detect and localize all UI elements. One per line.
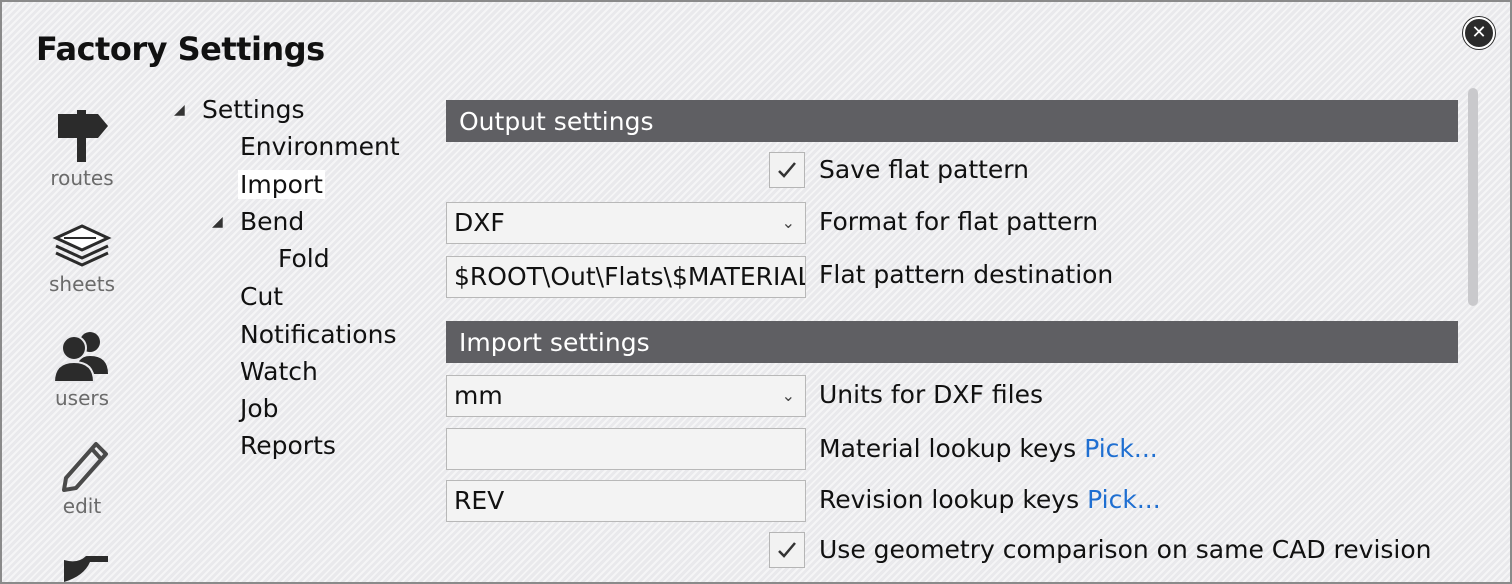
rail-item-users[interactable]: users [42,328,122,410]
flat-pattern-destination-label: Flat pattern destination [819,260,1114,289]
tree-item-reports[interactable]: Reports [240,431,336,460]
units-select[interactable]: mm ⌄ [446,375,806,417]
tree-item-environment[interactable]: Environment [240,132,400,161]
chevron-down-icon: ⌄ [781,386,795,405]
revision-lookup-keys-row: Revision lookup keys Pick... [819,485,1161,514]
signpost-icon [58,110,108,162]
chevron-down-icon: ⌄ [781,213,795,232]
rail-label-routes: routes [50,166,114,190]
format-select-value: DXF [454,208,505,237]
vertical-scrollbar[interactable] [1468,88,1478,306]
rail-item-machine[interactable] [42,546,122,582]
tree-item-cut[interactable]: Cut [240,282,283,311]
save-flat-pattern-label: Save flat pattern [819,155,1029,184]
machine-icon [64,556,108,582]
revision-lookup-keys-label: Revision lookup keys [819,485,1080,514]
tree-item-watch[interactable]: Watch [240,357,318,386]
tree-item-fold[interactable]: Fold [278,244,330,273]
close-button[interactable]: ✕ [1463,17,1495,49]
flat-pattern-destination-input[interactable]: $ROOT\Out\Flats\$MATERIAL [446,256,806,298]
revision-lookup-keys-input[interactable]: REV [446,480,806,522]
layers-icon [52,224,112,267]
material-lookup-keys-label: Material lookup keys [819,434,1077,463]
rail-item-routes[interactable]: routes [42,106,122,190]
checkmark-icon [778,162,796,178]
tree-item-bend[interactable]: Bend [240,207,304,236]
format-label: Format for flat pattern [819,207,1099,236]
material-lookup-keys-input[interactable] [446,428,806,470]
material-lookup-keys-row: Material lookup keys Pick... [819,434,1158,463]
rail-label-edit: edit [62,494,102,518]
tree-item-notifications[interactable]: Notifications [240,320,396,349]
users-icon [52,332,108,383]
revision-pick-link[interactable]: Pick... [1087,485,1161,514]
window-title: Factory Settings [36,30,325,68]
tree-expand-settings-icon[interactable]: ◢ [174,102,185,118]
tree-item-settings[interactable]: Settings [202,95,305,124]
close-icon: ✕ [1471,22,1487,43]
units-label: Units for DXF files [819,380,1043,409]
factory-settings-window: Factory Settings ✕ routes sheets users e… [0,0,1512,584]
units-select-value: mm [454,381,503,410]
geometry-comparison-checkbox[interactable] [769,532,805,568]
rail-item-sheets[interactable]: sheets [42,220,122,296]
tree-expand-bend-icon[interactable]: ◢ [212,214,223,230]
tree-item-job[interactable]: Job [240,394,279,423]
save-flat-pattern-checkbox[interactable] [769,152,805,188]
rail-label-users: users [54,386,110,410]
output-settings-header: Output settings [446,100,1458,142]
checkmark-icon [778,542,796,558]
pencil-icon [62,442,108,492]
geometry-comparison-label: Use geometry comparison on same CAD revi… [819,535,1432,564]
rail-item-edit[interactable]: edit [42,438,122,518]
import-settings-header: Import settings [446,321,1458,363]
rail-label-sheets: sheets [49,272,115,296]
material-pick-link[interactable]: Pick... [1084,434,1158,463]
tree-item-import[interactable]: Import [238,170,325,199]
format-select[interactable]: DXF ⌄ [446,202,806,244]
